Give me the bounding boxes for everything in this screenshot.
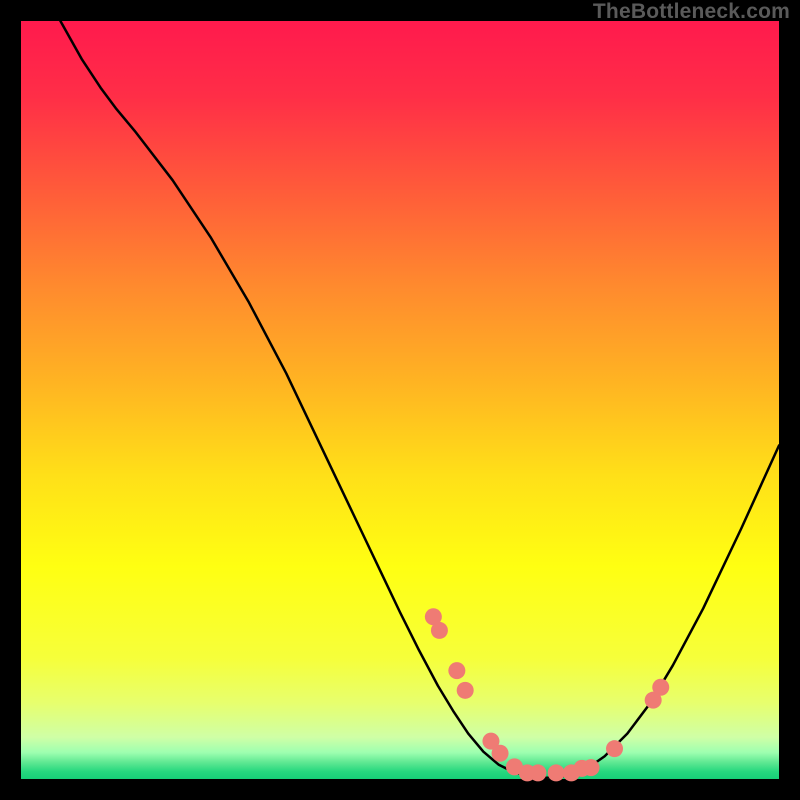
data-point	[492, 745, 509, 762]
data-point	[431, 622, 448, 639]
data-point	[606, 740, 623, 757]
data-point	[548, 764, 565, 781]
data-point	[583, 759, 600, 776]
data-point	[529, 764, 546, 781]
data-point	[448, 662, 465, 679]
data-point	[652, 679, 669, 696]
data-point	[457, 682, 474, 699]
attribution-label: TheBottleneck.com	[593, 0, 790, 24]
